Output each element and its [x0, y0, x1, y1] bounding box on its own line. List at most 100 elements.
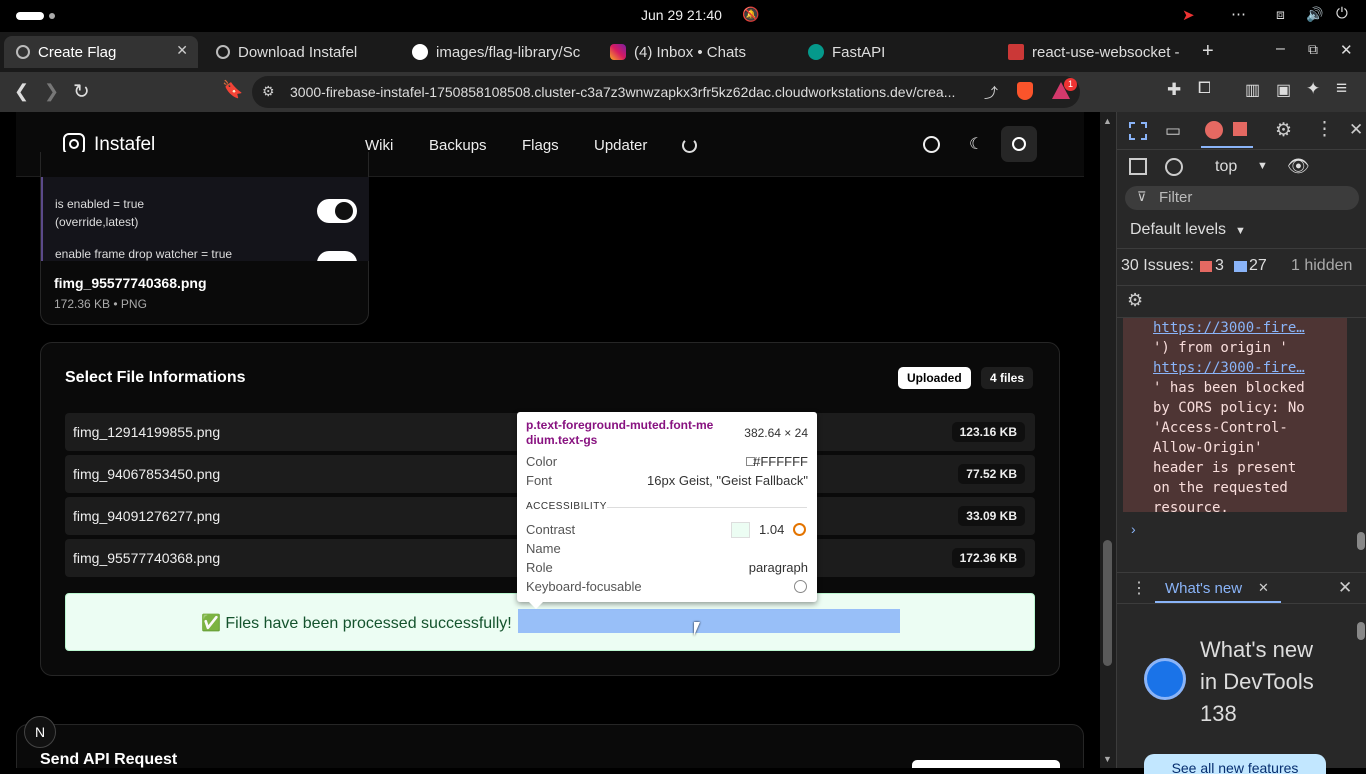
divider: [607, 507, 807, 508]
uploaded-badge[interactable]: Uploaded: [898, 367, 971, 389]
language-globe-icon[interactable]: [923, 136, 940, 153]
success-message: ✅ Files have been processed successfully…: [201, 615, 512, 632]
notifications-muted-icon[interactable]: 🔕: [742, 6, 759, 23]
extension-puzzle-icon[interactable]: ⧠: [1198, 80, 1211, 98]
scroll-up-icon[interactable]: ▲: [1103, 116, 1112, 126]
active-tab-underline: [1201, 146, 1253, 148]
file-size-badge: 33.09 KB: [958, 506, 1025, 526]
volume-icon[interactable]: 🔊: [1306, 6, 1323, 23]
api-request-button[interactable]: [912, 760, 1060, 768]
tab-react-use-websocket[interactable]: react-use-websocket -: [994, 36, 1186, 68]
settings-gear-icon[interactable]: ⚙: [1275, 119, 1292, 142]
tab-fastapi[interactable]: FastAPI: [796, 36, 988, 68]
minimize-icon[interactable]: –: [1276, 40, 1285, 58]
device-toolbar-icon[interactable]: ▭: [1165, 121, 1181, 141]
scroll-thumb[interactable]: [1103, 540, 1112, 666]
telegram-icon[interactable]: ➤: [1182, 6, 1195, 24]
web-page: Instafel Wiki Backups Flags Updater ☾ is…: [0, 112, 1100, 768]
back-icon[interactable]: ❮: [14, 81, 29, 102]
nav-wiki[interactable]: Wiki: [365, 137, 393, 154]
tab-github[interactable]: images/flag-library/Sc: [400, 36, 592, 68]
page-scrollbar[interactable]: ▲ ▼: [1100, 112, 1116, 768]
toggle-label-1: is enabled = true (override,latest): [55, 197, 145, 229]
issues-label[interactable]: 30 Issues:: [1121, 257, 1194, 275]
github-button[interactable]: [1001, 126, 1037, 162]
error-count[interactable]: 3: [1215, 257, 1224, 275]
clock[interactable]: Jun 29 21:40: [641, 7, 722, 23]
forward-icon[interactable]: ❯: [44, 81, 59, 102]
sidebar-toggle-icon[interactable]: [1129, 158, 1147, 175]
url-field[interactable]: ⚙ 3000-firebase-instafel-1750858108508.c…: [252, 76, 1080, 108]
issues-bar: 30 Issues: 3 27 1 hidden: [1117, 248, 1366, 286]
nextjs-indicator-button[interactable]: Ν: [24, 716, 56, 748]
wallet-icon[interactable]: ▣: [1276, 80, 1291, 100]
workspace-dot[interactable]: [49, 13, 55, 19]
context-selector[interactable]: top: [1215, 158, 1237, 176]
console-toolbar: top ▼ 👁: [1117, 150, 1366, 184]
theme-moon-icon[interactable]: ☾: [969, 134, 983, 154]
name-label: Name: [526, 541, 561, 556]
more-options-icon[interactable]: ⋮: [1315, 118, 1334, 141]
extensions-icon[interactable]: ✚: [1167, 80, 1181, 100]
maximize-icon[interactable]: ⧉: [1308, 41, 1318, 58]
tab-instagram[interactable]: (4) Inbox • Chats: [598, 36, 790, 68]
scroll-down-icon[interactable]: ▼: [1103, 754, 1112, 764]
nav-updater[interactable]: Updater: [594, 137, 647, 154]
close-drawer-tab-icon[interactable]: ✕: [1258, 580, 1269, 596]
url-text[interactable]: 3000-firebase-instafel-1750858108508.clu…: [290, 84, 970, 100]
console-settings-icon[interactable]: ⚙: [1127, 290, 1143, 311]
workspace-indicator[interactable]: [16, 12, 44, 20]
hidden-count[interactable]: 1 hidden: [1291, 257, 1352, 275]
menu-icon[interactable]: ≡: [1336, 78, 1347, 100]
close-devtools-icon[interactable]: ✕: [1349, 120, 1363, 140]
console-tab-icon[interactable]: [1205, 121, 1223, 139]
font-label: Font: [526, 473, 553, 488]
more-icon[interactable]: ⋯: [1231, 5, 1246, 23]
close-tab-icon[interactable]: ✕: [176, 42, 188, 59]
new-tab-icon[interactable]: +: [1202, 40, 1214, 63]
issues-tab-icon[interactable]: [1233, 122, 1247, 136]
close-drawer-icon[interactable]: ✕: [1338, 578, 1352, 598]
context-chevron-down-icon[interactable]: ▼: [1257, 160, 1268, 172]
inspect-element-icon[interactable]: [1129, 122, 1147, 140]
bookmark-icon[interactable]: 🔖: [222, 80, 243, 100]
clear-console-icon[interactable]: [1165, 158, 1183, 176]
tab-title: react-use-websocket -: [1032, 43, 1180, 61]
cors-error-message: https://3000-fire… ') from origin ' http…: [1123, 318, 1347, 516]
console-scrollbar-thumb[interactable]: [1357, 532, 1365, 550]
see-all-features-button[interactable]: See all new features: [1144, 754, 1326, 774]
leo-ai-icon[interactable]: ✦: [1306, 79, 1320, 99]
live-expression-eye-icon[interactable]: 👁: [1287, 156, 1310, 177]
sidebar-icon[interactable]: ▥: [1245, 80, 1260, 100]
site-info-icon[interactable]: ⚙: [262, 83, 275, 100]
tab-create-flag[interactable]: Create Flag ✕: [4, 36, 198, 68]
levels-chevron-down-icon[interactable]: ▼: [1235, 225, 1246, 237]
rewards-badge: 1: [1064, 78, 1077, 91]
info-count[interactable]: 27: [1249, 257, 1267, 275]
share-icon[interactable]: ⤴: [984, 83, 998, 103]
tab-download-instafel[interactable]: Download Instafel: [204, 36, 394, 68]
log-levels-dropdown[interactable]: Default levels: [1130, 221, 1226, 239]
error-link[interactable]: https://3000-fire…: [1153, 358, 1347, 378]
globe-icon: [216, 45, 230, 59]
drawer-tab-whats-new[interactable]: What's new: [1165, 580, 1242, 597]
console-prompt-icon[interactable]: ›: [1131, 521, 1136, 537]
file-count-badge: 4 files: [981, 367, 1034, 389]
drawer-menu-icon[interactable]: ⋮: [1131, 578, 1147, 598]
toggle-label-2: enable frame drop watcher = true: [55, 247, 233, 261]
drawer-scrollbar-thumb[interactable]: [1357, 622, 1365, 640]
error-link[interactable]: https://3000-fire…: [1153, 318, 1347, 338]
role-label: Role: [526, 560, 553, 575]
reload-icon[interactable]: ↻: [73, 79, 90, 104]
nav-backups[interactable]: Backups: [429, 137, 487, 154]
brave-shields-icon[interactable]: [1017, 82, 1033, 100]
file-size-badge: 172.36 KB: [951, 548, 1025, 568]
tab-title: Download Instafel: [238, 43, 358, 61]
power-icon[interactable]: ⏻: [1336, 5, 1348, 22]
selected-inspected-paragraph[interactable]: [518, 609, 900, 633]
filter-input[interactable]: ⊽ Filter: [1125, 186, 1359, 210]
network-icon[interactable]: ⧈: [1276, 6, 1285, 23]
nav-flags[interactable]: Flags: [522, 137, 559, 154]
element-dimensions: 382.64 × 24: [744, 426, 808, 440]
close-window-icon[interactable]: ✕: [1340, 41, 1353, 59]
